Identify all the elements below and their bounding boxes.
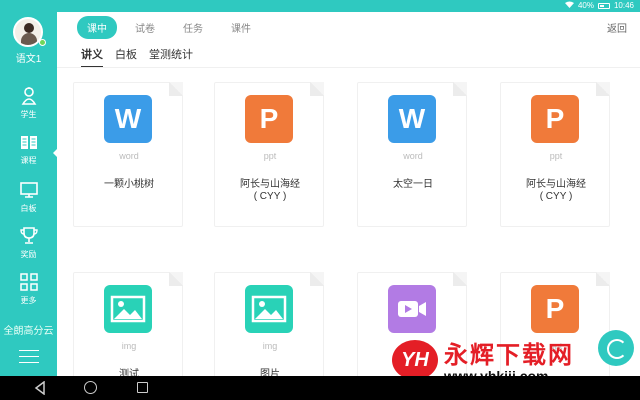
brand-logo: 全朗高分云 (3, 326, 54, 337)
file-name: 太空一日 (393, 179, 433, 190)
sidebar-item-courses[interactable]: 课程 (0, 132, 58, 176)
file-name: 一颗小桃树 (104, 179, 154, 190)
ppt-icon: P (531, 285, 579, 333)
refresh-icon[interactable] (598, 330, 634, 366)
tab-courseware[interactable]: 课件 (221, 16, 261, 39)
clock: 10:46 (613, 1, 634, 10)
battery-icon (597, 2, 610, 9)
sidebar-item-label: 奖励 (20, 250, 37, 259)
image-icon (104, 285, 152, 333)
sidebar-item-label: 学生 (20, 110, 37, 119)
sidebar-item-more[interactable]: 更多 (0, 272, 57, 316)
tab-task[interactable]: 任务 (173, 16, 213, 39)
tab-in-class[interactable]: 课中 (77, 16, 117, 39)
status-bar: 40% 10:46 (0, 0, 640, 12)
wifi-icon (564, 1, 574, 10)
ppt-icon: P (531, 95, 579, 143)
whiteboard-icon (19, 180, 39, 200)
watermark-logo: YH (392, 339, 438, 380)
subtab-quiz-stats[interactable]: 堂测统计 (149, 46, 193, 68)
video-icon (388, 285, 436, 333)
grid-icon (19, 272, 39, 292)
subtab-handout[interactable]: 讲义 (81, 46, 103, 68)
word-icon: W (388, 95, 436, 143)
tab-exam[interactable]: 试卷 (125, 16, 165, 39)
file-card[interactable]: P ppt 阿长与山海经 ( CYY ) (500, 82, 610, 227)
file-type: ppt (549, 151, 563, 161)
class-name: 语文1 (15, 54, 42, 65)
subtab-whiteboard[interactable]: 白板 (115, 46, 137, 68)
sidebar-item-label: 白板 (20, 204, 37, 213)
sub-tabs: 讲义 白板 堂测统计 (81, 46, 193, 68)
divider (57, 67, 640, 68)
file-type: word (403, 151, 423, 161)
menu-icon[interactable] (19, 350, 39, 364)
sidebar-item-whiteboard[interactable]: 白板 (0, 180, 57, 224)
sidebar-item-label: 课程 (20, 156, 37, 165)
home-nav-icon[interactable] (84, 381, 97, 394)
sidebar-item-rewards[interactable]: 奖励 (0, 226, 57, 270)
file-card[interactable]: W word 一颗小桃树 (73, 82, 183, 227)
file-name: 阿长与山海经 ( CYY ) (240, 179, 300, 202)
system-nav-bar (0, 376, 640, 400)
trophy-icon (19, 226, 39, 246)
back-nav-icon[interactable] (34, 381, 46, 395)
file-type: img (121, 341, 137, 351)
file-name: 阿长与山海经 ( CYY ) (526, 179, 586, 202)
word-icon: W (104, 95, 152, 143)
file-card[interactable]: P ppt 阿长与山海经 ( CYY ) (214, 82, 324, 227)
file-card[interactable]: W word 太空一日 (357, 82, 467, 227)
sidebar-item-students[interactable]: 学生 (0, 86, 57, 130)
file-type: ppt (263, 151, 277, 161)
sidebar-item-label: 更多 (20, 296, 37, 305)
sidebar: 语文1 学生 课程 白板 奖励 更多 全朗高分云 (0, 12, 58, 376)
back-button[interactable]: 返回 (607, 20, 627, 35)
battery-percent: 40% (577, 1, 594, 10)
main-content: 课中 试卷 任务 课件 返回 讲义 白板 堂测统计 W word 一颗小桃树 P… (57, 12, 640, 400)
image-icon (245, 285, 293, 333)
top-tabs: 课中 试卷 任务 课件 (77, 16, 261, 39)
ppt-icon: P (245, 95, 293, 143)
recents-nav-icon[interactable] (137, 382, 148, 393)
file-type: img (262, 341, 278, 351)
student-icon (19, 86, 39, 106)
watermark-title: 永辉下载网 (444, 342, 574, 369)
file-type: word (119, 151, 139, 161)
book-icon (19, 132, 39, 152)
online-status-dot (39, 39, 46, 46)
